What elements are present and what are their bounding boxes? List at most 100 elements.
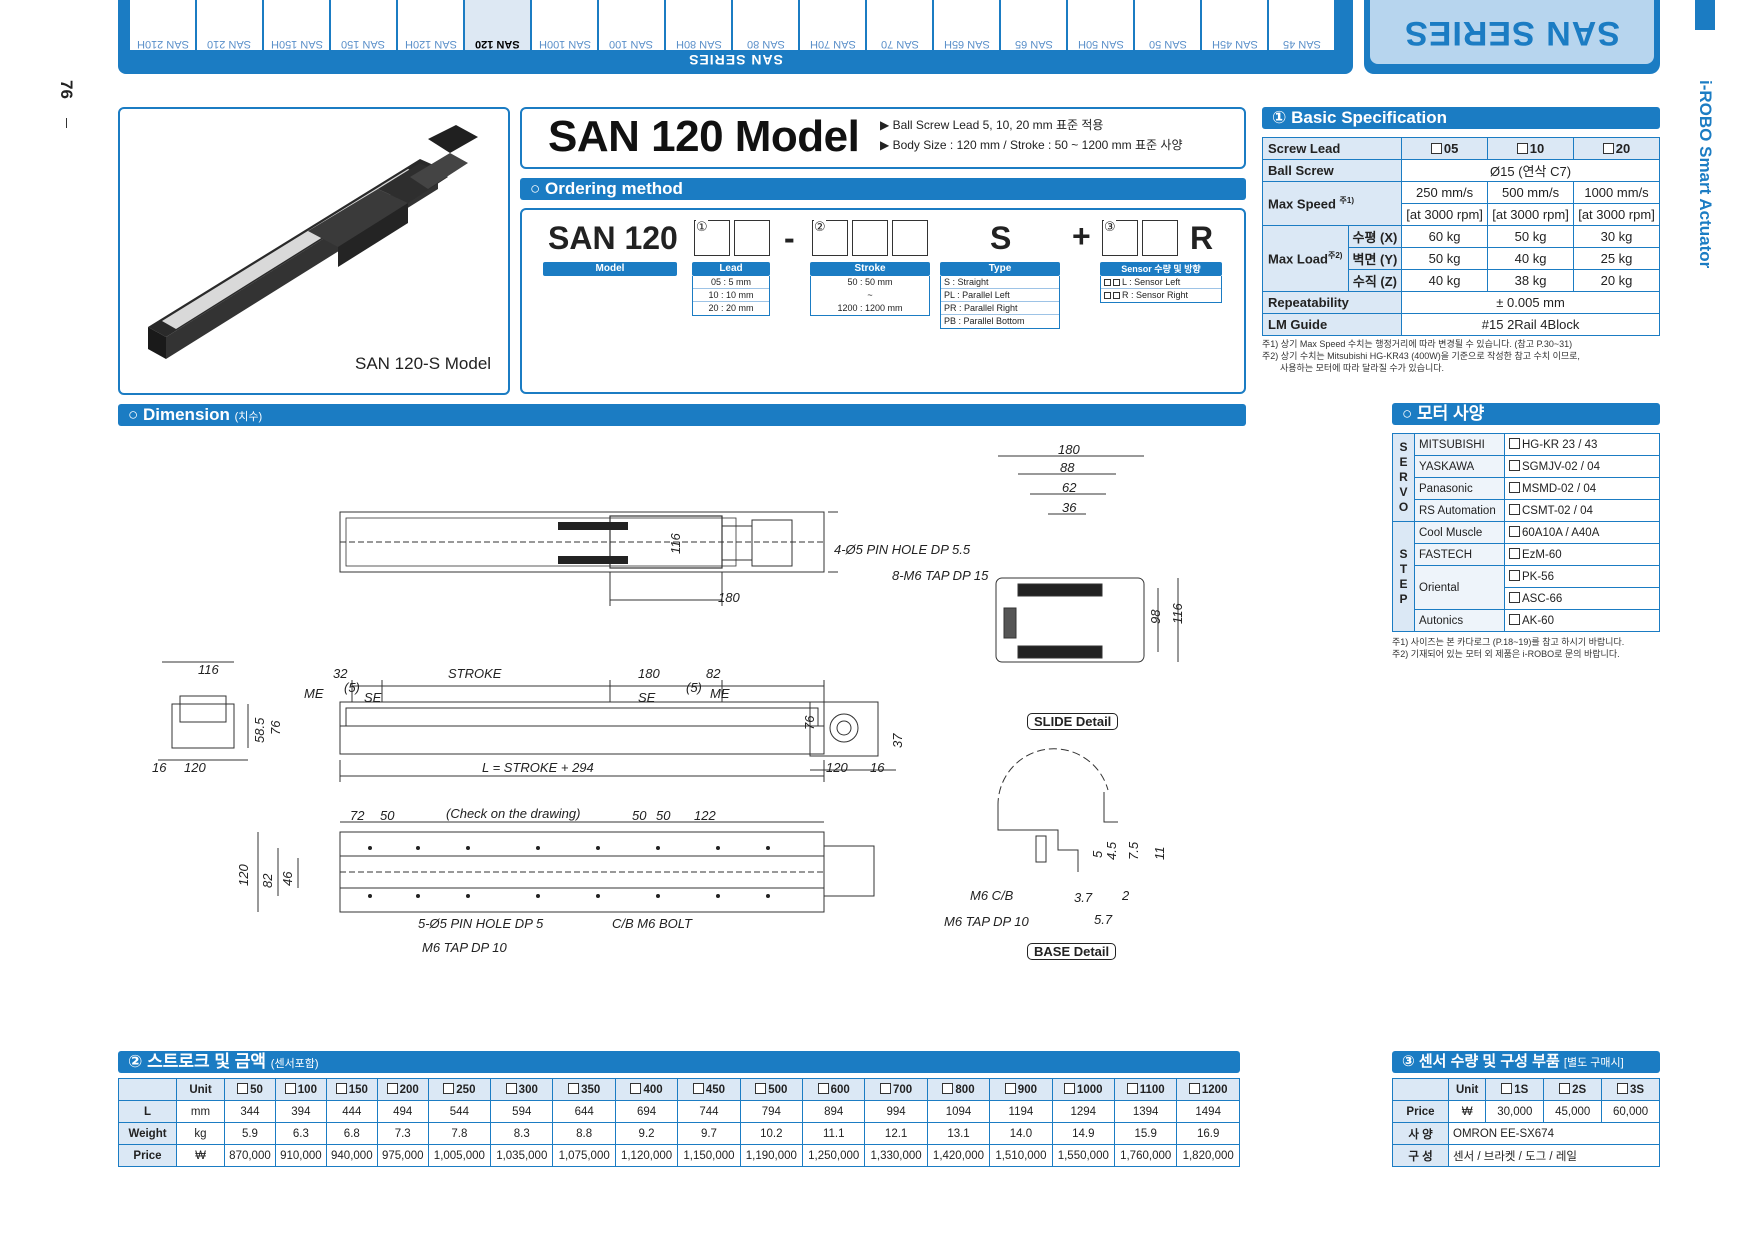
price-cell: 394: [274, 1100, 327, 1123]
series-tab[interactable]: SAN 80: [733, 0, 798, 50]
spec-speed: 250 mm/s: [1401, 181, 1489, 204]
series-tab-label: SAN 50H: [1077, 38, 1124, 50]
dim-bot-46: 46: [280, 871, 295, 886]
series-tab[interactable]: SAN 120: [465, 0, 530, 50]
price-cell: 494: [376, 1100, 429, 1123]
series-tab-label: SAN 120: [475, 38, 520, 50]
dim-l-formula: L = STROKE + 294: [482, 760, 594, 775]
model-note-1: ▶ Ball Screw Lead 5, 10, 20 mm 표준 적용: [880, 118, 1104, 132]
page-number-rule: [66, 118, 67, 128]
series-tab[interactable]: SAN 210: [197, 0, 262, 50]
motor-maker: Autonics: [1414, 609, 1505, 632]
series-tab-bar: SAN 210H SAN 210 SAN 150H SAN 150 SAN 120H SA…: [118, 0, 1353, 74]
series-tab[interactable]: SAN 65: [1001, 0, 1066, 50]
spec-load-val: 30 kg: [1573, 225, 1660, 248]
price-cell: 11.1: [802, 1122, 866, 1145]
motor-maker: Oriental: [1414, 565, 1505, 610]
series-tab-label: SAN 100H: [538, 38, 591, 50]
sensor-box-2: [1142, 220, 1178, 256]
series-tab[interactable]: SAN 45: [1269, 0, 1334, 50]
circled-num-1: ①: [696, 219, 708, 234]
series-title: SAN SERIES: [1404, 13, 1620, 52]
series-tab-label: SAN 150H: [270, 38, 323, 50]
price-cell: 10.2: [739, 1122, 804, 1145]
step-label: STEP: [1392, 521, 1415, 632]
price-cell: 13.1: [926, 1122, 991, 1145]
dim-end-76: 76: [268, 720, 283, 735]
series-tab[interactable]: SAN 150: [331, 0, 396, 50]
series-tab[interactable]: SAN 50H: [1068, 0, 1133, 50]
series-tab-label: SAN 150: [341, 38, 386, 50]
spec-label-lm-guide: LM Guide: [1261, 313, 1403, 336]
dim-bot-120: 120: [236, 864, 251, 886]
series-tab[interactable]: SAN 100H: [532, 0, 597, 50]
price-cell: 6.8: [325, 1122, 378, 1145]
spec-load-axis: 수직 (Z): [1347, 269, 1403, 292]
sensor-option: 3S: [1601, 1078, 1660, 1101]
order-code-model: SAN 120: [548, 220, 678, 256]
order-dash: -: [784, 220, 795, 256]
series-tab[interactable]: SAN 210H: [130, 0, 195, 50]
sensor-spec-label: 사 양: [1392, 1122, 1449, 1145]
price-cell: 1294: [1051, 1100, 1115, 1123]
order-type-letter: S: [990, 220, 1012, 256]
series-tab[interactable]: SAN 65H: [934, 0, 999, 50]
series-tab-label: SAN 100: [609, 38, 654, 50]
price-row-unit: kg: [176, 1122, 225, 1145]
price-cell: 1,420,000: [926, 1144, 991, 1167]
price-cell: 994: [864, 1100, 928, 1123]
series-tab[interactable]: SAN 80H: [666, 0, 731, 50]
price-cell: 7.8: [427, 1122, 492, 1145]
series-tab[interactable]: SAN 45H: [1202, 0, 1267, 50]
price-stroke-header: 100: [274, 1078, 327, 1101]
spec-ball-screw-val: Ø15 (연삭 C7): [1401, 159, 1660, 182]
price-cell: 1,035,000: [490, 1144, 554, 1167]
series-tab[interactable]: SAN 50: [1135, 0, 1200, 50]
stroke-options: 50 : 50 mm ~ 1200 : 1200 mm: [810, 276, 930, 316]
price-cell: 15.9: [1113, 1122, 1178, 1145]
motor-spec-title: ○ 모터 사양: [1392, 403, 1660, 425]
price-cell: 16.9: [1176, 1122, 1240, 1145]
motor-spec-table: SERVO MITSUBISHI HG-KR 23 / 43 YASKAWA SG…: [1392, 433, 1660, 632]
dim-se-right: SE: [638, 690, 656, 705]
series-tab[interactable]: SAN 120H: [398, 0, 463, 50]
type-option: S : Straight: [941, 276, 1059, 289]
price-table: Unit 50 100 150 200 250 300 350 400 450 500 600 700 8…: [118, 1078, 1240, 1167]
spec-load-val: 20 kg: [1573, 269, 1660, 292]
price-cell: 5.9: [224, 1122, 276, 1145]
dimension-drawing: 180 116 32 STROKE 180 82 ME (5) SE SE (5…: [152, 442, 1185, 955]
series-title-box: SAN SERIES: [1364, 0, 1660, 74]
series-tab-label: SAN 80: [746, 38, 785, 50]
motor-maker: Cool Muscle: [1414, 521, 1505, 544]
spec-footnote: 주2) 상기 수치는 Mitsubishi HG-KR43 (400W)을 기준…: [1262, 351, 1580, 361]
dim-five-left: (5): [344, 680, 360, 695]
dim-end-120: 120: [184, 760, 206, 775]
spec-footnote: 주1) 상기 Max Speed 수치는 행정거리에 따라 변경될 수 있습니다…: [1262, 339, 1573, 349]
spec-rpm: [at 3000 rpm]: [1573, 203, 1660, 226]
label-type: Type: [940, 262, 1060, 276]
dim-stroke: STROKE: [448, 666, 502, 681]
type-option: PL : Parallel Left: [941, 289, 1059, 302]
spec-footnotes: 주1) 상기 Max Speed 수치는 행정거리에 따라 변경될 수 있습니다…: [1262, 338, 1662, 374]
price-stroke-header: 800: [926, 1078, 991, 1101]
price-cell: 910,000: [274, 1144, 327, 1167]
motor-model: MSMD-02 / 04: [1504, 477, 1660, 500]
order-plus: +: [1072, 218, 1091, 254]
dim-end-16: 16: [152, 760, 167, 775]
series-tab[interactable]: SAN 70: [867, 0, 932, 50]
series-tab-label: SAN 50: [1148, 38, 1187, 50]
label-lead: Lead: [692, 262, 770, 276]
series-tab[interactable]: SAN 70H: [800, 0, 865, 50]
series-tab-label: SAN 80H: [675, 38, 722, 50]
spec-lm-guide-val: #15 2Rail 4Block: [1401, 313, 1660, 336]
dim-slide-88: 88: [1060, 460, 1075, 475]
dim-bot-50c: 50: [656, 808, 671, 823]
brand-vertical-text: i-ROBO Smart Actuator: [1696, 80, 1715, 269]
series-tab[interactable]: SAN 100: [599, 0, 664, 50]
price-cell: 644: [552, 1100, 616, 1123]
price-stroke-header: 400: [614, 1078, 679, 1101]
dim-top-180: 180: [718, 590, 740, 605]
price-cell: 1194: [989, 1100, 1053, 1123]
series-tab[interactable]: SAN 150H: [264, 0, 329, 50]
circled-num-2: ②: [814, 219, 826, 234]
